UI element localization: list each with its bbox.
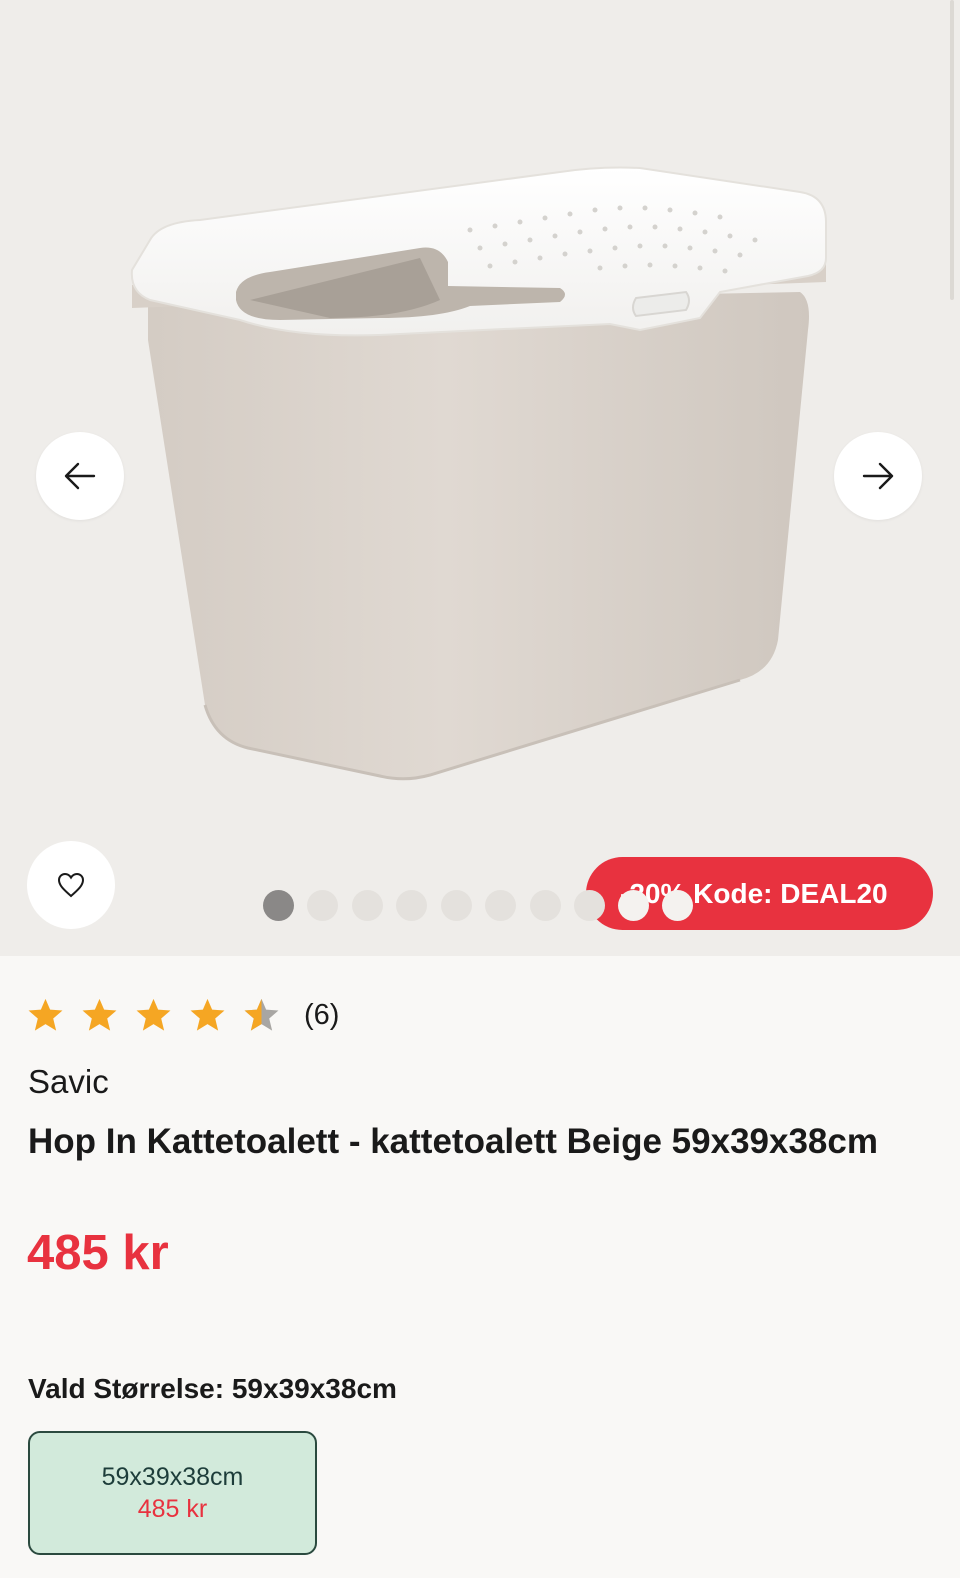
rating-stars bbox=[27, 997, 280, 1033]
heart-outline-icon bbox=[57, 872, 85, 898]
favorite-button[interactable] bbox=[27, 841, 115, 929]
pagination-dot-2[interactable] bbox=[307, 890, 338, 921]
product-rating[interactable]: (6) bbox=[27, 993, 339, 1037]
scrollbar[interactable] bbox=[950, 0, 954, 300]
selected-size-heading: Vald Størrelse: 59x39x38cm bbox=[28, 1373, 397, 1404]
product-title: Hop In Kattetoalett - kattetoalett Beige… bbox=[28, 1122, 878, 1161]
pagination-dot-9[interactable] bbox=[618, 890, 649, 921]
star-icon bbox=[189, 997, 226, 1033]
promo-label: -20% Kode: DEAL20 bbox=[620, 877, 888, 909]
pagination-dot-8[interactable] bbox=[574, 890, 605, 921]
rating-count[interactable]: (6) bbox=[304, 999, 339, 1032]
pagination-dot-7[interactable] bbox=[530, 890, 561, 921]
pagination-dot-4[interactable] bbox=[396, 890, 427, 921]
pagination-dot-6[interactable] bbox=[485, 890, 516, 921]
next-image-button[interactable] bbox=[834, 432, 922, 520]
product-price: 485 kr bbox=[27, 1226, 169, 1280]
star-icon bbox=[27, 997, 64, 1033]
product-brand[interactable]: Savic bbox=[28, 1063, 109, 1101]
size-option[interactable]: 59x39x38cm 485 kr bbox=[28, 1431, 317, 1555]
star-icon bbox=[135, 997, 172, 1033]
arrow-left-icon bbox=[64, 462, 96, 490]
pagination-dot-5[interactable] bbox=[441, 890, 472, 921]
arrow-right-icon bbox=[862, 462, 894, 490]
product-gallery[interactable]: -20% Kode: DEAL20 bbox=[0, 0, 960, 956]
pagination-dot-3[interactable] bbox=[352, 890, 383, 921]
pagination-dot-10[interactable] bbox=[662, 890, 693, 921]
pagination-dot-1[interactable] bbox=[263, 890, 294, 921]
size-option-label: 59x39x38cm bbox=[101, 1463, 244, 1491]
star-icon bbox=[81, 997, 118, 1033]
half-star-icon bbox=[243, 997, 280, 1033]
size-option-price: 485 kr bbox=[137, 1495, 208, 1523]
product-image bbox=[130, 166, 827, 781]
previous-image-button[interactable] bbox=[36, 432, 124, 520]
